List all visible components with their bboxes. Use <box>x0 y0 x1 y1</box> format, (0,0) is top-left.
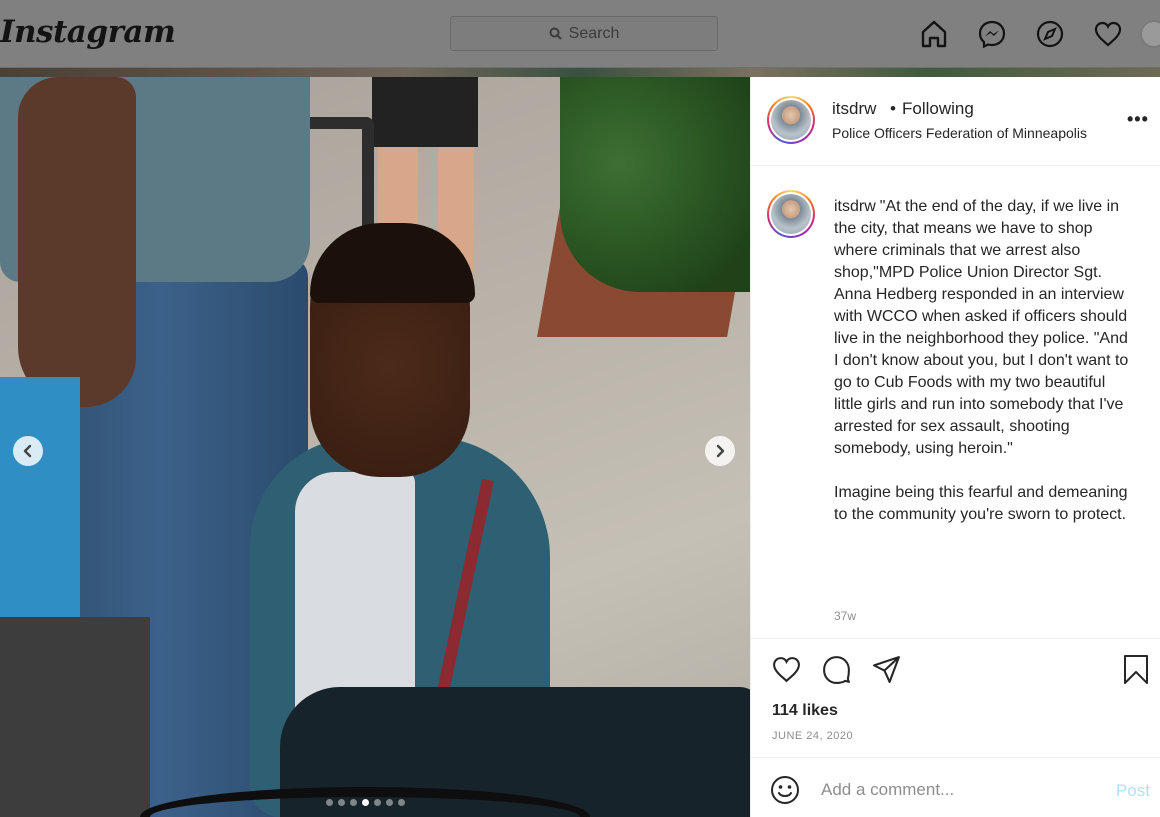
post-details-panel: itsdrw • Following Police Officers Feder… <box>750 77 1160 817</box>
post-photo[interactable] <box>0 77 750 817</box>
profile-avatar[interactable] <box>1140 20 1160 48</box>
chevron-right-icon <box>716 444 725 458</box>
carousel-dot <box>362 799 369 806</box>
save-button[interactable] <box>1120 653 1152 685</box>
carousel-dot <box>386 799 393 806</box>
separator-dot: • <box>890 99 896 118</box>
activity-heart-icon[interactable] <box>1092 18 1123 49</box>
carousel-prev-button[interactable] <box>13 436 43 466</box>
carousel-dot <box>374 799 381 806</box>
carousel-dot <box>398 799 405 806</box>
search-box[interactable]: Search <box>450 16 718 51</box>
like-count[interactable]: 114 likes <box>772 702 838 720</box>
adult-arm <box>18 77 136 407</box>
background-shorts <box>372 77 478 147</box>
author-username[interactable]: itsdrw <box>832 99 876 119</box>
emoji-icon[interactable] <box>770 775 800 805</box>
seated-person-shirt <box>0 377 80 617</box>
post-date[interactable]: JUNE 24, 2020 <box>772 730 853 742</box>
following-button[interactable]: Following <box>902 99 974 119</box>
carousel-dot <box>338 799 345 806</box>
comment-composer: Post <box>751 757 1160 817</box>
instagram-logo[interactable]: Instagram <box>0 14 176 50</box>
carousel-indicator <box>326 799 405 806</box>
top-nav: Instagram Search <box>0 0 1160 68</box>
paper-plane-icon <box>872 655 900 683</box>
search-icon <box>549 27 562 40</box>
bushes <box>560 77 750 292</box>
like-button[interactable] <box>770 653 802 685</box>
messenger-icon[interactable] <box>976 18 1007 49</box>
caption-section: itsdrw "At the end of the day, if we live… <box>751 166 1160 639</box>
post-comment-button[interactable]: Post <box>1116 781 1150 801</box>
post-header: itsdrw • Following Police Officers Feder… <box>751 77 1160 166</box>
caption-text: itsdrw "At the end of the day, if we live… <box>834 196 1134 526</box>
caption-body: "At the end of the day, if we live in th… <box>834 198 1129 523</box>
comment-button[interactable] <box>820 653 852 685</box>
share-button[interactable] <box>870 653 902 685</box>
search-placeholder: Search <box>568 24 620 42</box>
nav-icons <box>918 18 1123 49</box>
carousel-dot <box>350 799 357 806</box>
seated-person-shorts <box>0 617 150 817</box>
more-options-button[interactable]: ••• <box>1127 109 1149 130</box>
comment-icon <box>822 655 850 684</box>
action-bar <box>751 639 1160 699</box>
bookmark-icon <box>1124 654 1148 684</box>
explore-icon[interactable] <box>1034 18 1065 49</box>
post-location[interactable]: Police Officers Federation of Minneapoli… <box>832 125 1087 141</box>
home-icon[interactable] <box>918 18 949 49</box>
caption-username[interactable]: itsdrw <box>834 198 876 215</box>
comment-input[interactable] <box>821 776 1101 804</box>
photo-strip <box>0 68 1160 77</box>
carousel-dot <box>326 799 333 806</box>
heart-icon <box>772 656 800 682</box>
author-avatar[interactable] <box>767 96 815 144</box>
chevron-left-icon <box>23 444 32 458</box>
caption-author-avatar[interactable] <box>767 190 815 238</box>
carousel-next-button[interactable] <box>705 436 735 466</box>
post-time-ago[interactable]: 37w <box>834 609 856 623</box>
